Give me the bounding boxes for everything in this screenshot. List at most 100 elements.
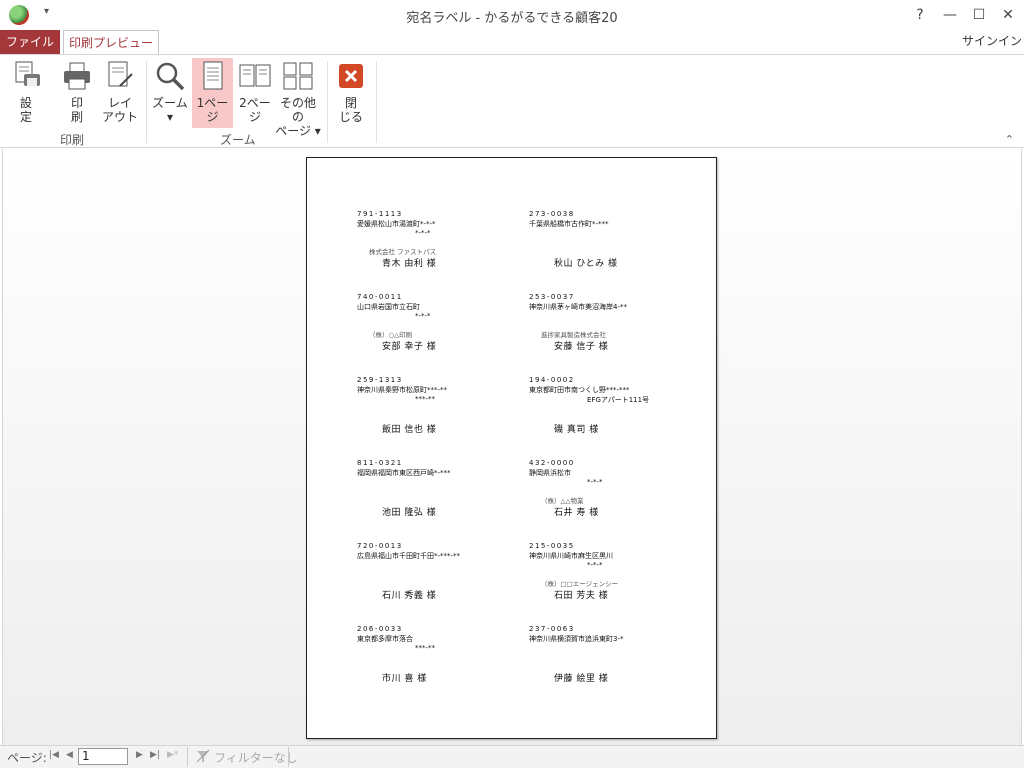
first-page-icon[interactable]: |◀	[49, 750, 59, 760]
page-nav-label: ページ:	[7, 751, 47, 765]
label-zip: 194-0002	[529, 376, 575, 384]
label-zip: 259-1313	[357, 376, 403, 384]
close-preview-label-1: 閉	[344, 96, 357, 110]
ribbon-separator	[146, 61, 147, 143]
title-bar: ▾ 宛名ラベル - かるがるできる顧客20 ? — ☐ ✕	[0, 0, 1024, 30]
other-pages-button[interactable]: その他の ページ ▾	[275, 58, 321, 138]
label-recipient-name: 安部 幸子 様	[382, 342, 437, 352]
close-preview-button[interactable]: 閉 じる	[332, 58, 370, 128]
label-address-line1: 東京都多摩市落合	[357, 635, 413, 643]
label-address-line1: 静岡県浜松市	[529, 469, 571, 477]
window-title: 宛名ラベル - かるがるできる顧客20	[406, 11, 618, 26]
page-layout-label-2: アウト	[101, 110, 138, 124]
label-zip: 720-0013	[357, 542, 403, 550]
tab-file[interactable]: ファイル	[0, 30, 60, 55]
label-company: （株）△△物業	[541, 497, 584, 505]
label-recipient-name: 磯 真司 様	[554, 425, 599, 435]
label-recipient-name: 秋山 ひとみ 様	[554, 259, 618, 269]
collapse-ribbon-icon[interactable]: ⌃	[1005, 133, 1014, 146]
last-page-icon[interactable]: ▶|	[150, 750, 160, 760]
print-label-1: 印	[70, 96, 83, 110]
ribbon-tabs: ファイル 印刷プレビュー サインイン	[0, 30, 1024, 56]
zoom-group-label: ズーム	[220, 133, 256, 147]
address-label: 215-0035 神奈川県川崎市麻生区黒川 *-*-* （株）□□エージェンシー 石田 …	[529, 542, 689, 622]
close-window-button[interactable]: ✕	[995, 4, 1021, 26]
print-group-label: 印刷	[60, 133, 85, 147]
label-zip: 253-0037	[529, 293, 575, 301]
label-recipient-name: 青木 由利 様	[382, 259, 437, 269]
label-recipient-name: 石井 寿 様	[554, 508, 599, 518]
address-label: 206-0033 東京都多摩市落合 ***-** 市川 喜 様	[357, 625, 517, 705]
address-label: 432-0000 静岡県浜松市 *-*-* （株）△△物業石井 寿 様	[529, 459, 689, 539]
label-address-line1: 東京都町田市南つくし野***-***	[529, 386, 630, 394]
label-zip: 432-0000	[529, 459, 575, 467]
print-button[interactable]: 印 刷	[56, 58, 98, 128]
page-number-input[interactable]: 1	[78, 748, 128, 765]
zoom-label: ズーム	[152, 96, 188, 110]
page-setup-icon	[10, 60, 42, 92]
maximize-button[interactable]: ☐	[966, 4, 992, 26]
page-layout-label-1: レイ	[107, 96, 132, 110]
label-address-line1: 広島県福山市千田町千田*-***-**	[357, 552, 461, 560]
label-company: （株）□□エージェンシー	[541, 580, 619, 588]
label-recipient-name: 石川 秀義 様	[382, 591, 437, 601]
label-zip: 215-0035	[529, 542, 575, 550]
label-company: （株）○△印刷	[369, 331, 413, 339]
two-page-label-2: ジ	[248, 110, 261, 124]
address-label: 811-0321 福岡県福岡市東区西戸崎*-*** 池田 隆弘 様	[357, 459, 517, 539]
page-layout-button[interactable]: レイ アウト	[100, 58, 140, 128]
preview-page[interactable]: 791-1113 愛媛県松山市湯渡町*-*-* *-*-* 株式会社 ファストパス 青木…	[306, 157, 717, 739]
status-separator	[288, 747, 289, 767]
label-zip: 273-0038	[529, 210, 575, 218]
close-preview-label-2: じる	[338, 110, 363, 124]
label-address-line2: *-*-*	[415, 312, 431, 320]
two-page-button[interactable]: 2ペー ジ	[235, 58, 275, 128]
label-zip: 237-0063	[529, 625, 575, 633]
label-zip: 791-1113	[357, 210, 403, 218]
one-page-button[interactable]: 1ペー ジ	[192, 58, 233, 128]
help-button[interactable]: ?	[907, 4, 933, 26]
label-recipient-name: 市川 喜 様	[382, 674, 427, 684]
page-setup-label-1: 設	[19, 96, 32, 110]
two-page-icon	[239, 60, 271, 92]
address-label: 237-0063 神奈川県横須賀市追浜東町3-* 伊藤 絵里 様	[529, 625, 689, 705]
label-address-line2: *-*-*	[415, 229, 431, 237]
label-company: 進捗家具製造株式会社	[541, 331, 606, 339]
address-label: 253-0037 神奈川県茅ヶ崎市美沼海岸4-** 進捗家具製造株式会社安藤 信子 …	[529, 293, 689, 373]
label-address-line1: 福岡県福岡市東区西戸崎*-***	[357, 469, 451, 477]
ribbon-separator	[376, 61, 377, 143]
label-recipient-name: 飯田 信也 様	[382, 425, 437, 435]
next-page-icon[interactable]: ▶	[136, 750, 143, 760]
filter-icon[interactable]	[196, 749, 210, 766]
label-address-line2: *-*-*	[587, 478, 603, 486]
one-page-label-1: 1ペー	[196, 96, 229, 110]
new-record-icon: ▶*	[167, 750, 179, 760]
label-recipient-name: 安藤 信子 様	[554, 342, 609, 352]
label-recipient-name: 池田 隆弘 様	[382, 508, 437, 518]
ribbon: 設 定 印 刷 レイ アウト 印刷 ズーム ▾ 1ペー ジ 2ペー ジ その他の…	[0, 54, 1024, 148]
tab-print-preview[interactable]: 印刷プレビュー	[63, 30, 159, 56]
two-page-label-1: 2ペー	[239, 96, 271, 110]
page-setup-button[interactable]: 設 定	[6, 58, 46, 128]
label-recipient-name: 石田 芳夫 様	[554, 591, 609, 601]
label-address-line1: 山口県岩国市立石町	[357, 303, 420, 311]
minimize-button[interactable]: —	[937, 4, 963, 26]
address-label: 791-1113 愛媛県松山市湯渡町*-*-* *-*-* 株式会社 ファストパス青木…	[357, 210, 517, 290]
label-zip: 740-0011	[357, 293, 403, 301]
label-address-line2: EFGアパート111号	[587, 396, 650, 404]
label-address-line1: 愛媛県松山市湯渡町*-*-*	[357, 220, 436, 228]
single-page-icon	[197, 60, 229, 92]
signin-link[interactable]: サインイン	[962, 32, 1022, 49]
previous-page-icon[interactable]: ◀	[66, 750, 73, 760]
print-label-2: 刷	[70, 110, 83, 124]
label-company: 株式会社 ファストパス	[369, 248, 437, 256]
label-address-line2: ***-**	[415, 395, 436, 403]
zoom-button[interactable]: ズーム ▾	[150, 58, 190, 128]
multi-page-icon	[282, 60, 314, 92]
page-layout-icon	[104, 60, 136, 92]
label-recipient-name: 伊藤 絵里 様	[554, 674, 609, 684]
label-address-line1: 神奈川県茅ヶ崎市美沼海岸4-**	[529, 303, 627, 311]
zoom-dropdown-icon: ▾	[166, 110, 174, 124]
filter-status[interactable]: フィルターなし	[214, 749, 298, 766]
one-page-label-2: ジ	[206, 110, 219, 124]
